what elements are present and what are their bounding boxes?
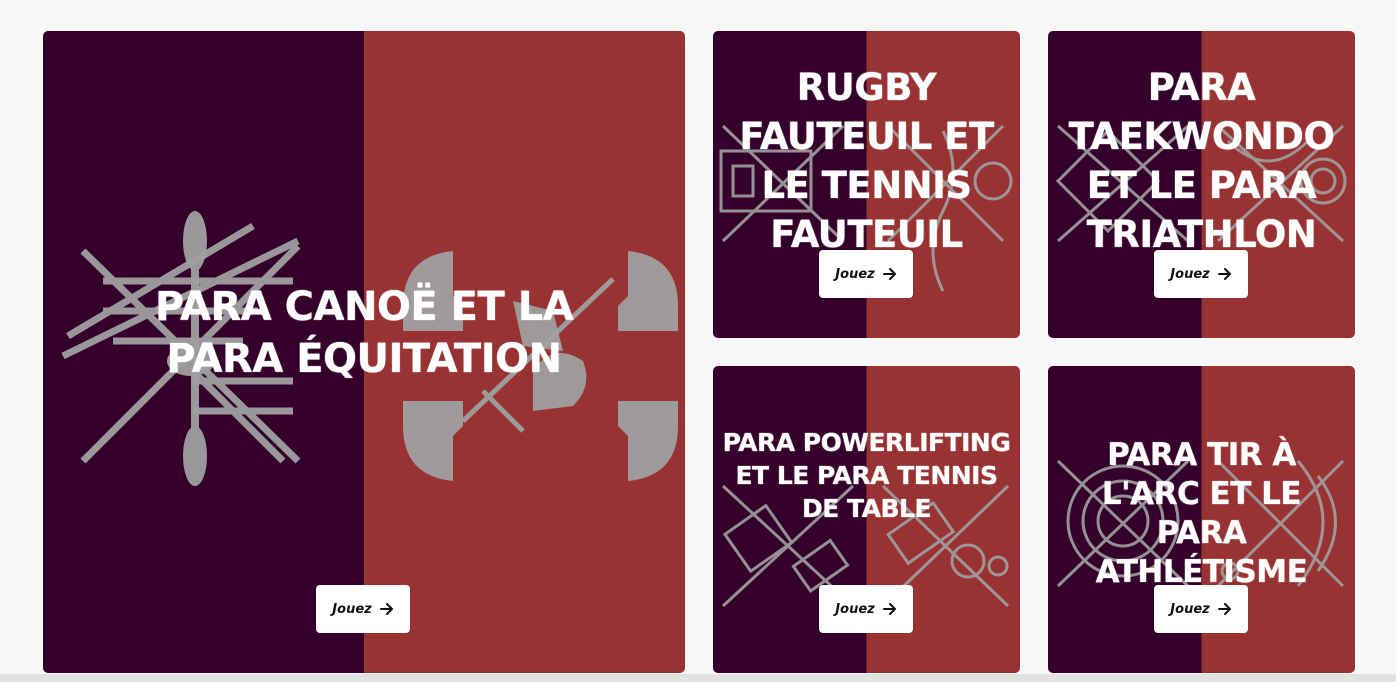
game-card-rugby-tennis-fauteuil[interactable]: RUGBY FAUTEUIL ET LE TENNIS FAUTEUIL Jou… [713, 31, 1020, 338]
play-button-label: Jouez [332, 601, 372, 617]
arrow-right-icon [379, 603, 393, 615]
play-button[interactable]: Jouez [819, 585, 913, 633]
play-button[interactable]: Jouez [316, 585, 410, 633]
play-button-label: Jouez [1170, 601, 1210, 617]
game-card-taekwondo-triathlon[interactable]: PARA TAEKWONDO ET LE PARA TRIATHLON Joue… [1048, 31, 1355, 338]
play-button-label: Jouez [1170, 266, 1210, 282]
play-button[interactable]: Jouez [819, 250, 913, 298]
play-button[interactable]: Jouez [1154, 585, 1248, 633]
arrow-right-icon [1217, 603, 1231, 615]
play-button-label: Jouez [835, 266, 875, 282]
horizontal-scrollbar[interactable] [0, 674, 1396, 682]
game-card-powerlifting-tennis-table[interactable]: PARA POWERLIFTING ET LE PARA TENNIS DE T… [713, 366, 1020, 673]
card-title: PARA CANOË ET LA PARA ÉQUITATION [154, 284, 574, 382]
game-card-canoe-equitation[interactable]: PARA CANOË ET LA PARA ÉQUITATION Jouez [43, 31, 685, 673]
arrow-right-icon [1217, 268, 1231, 280]
card-title: PARA TIR À L'ARC ET LE PARA ATHLÉTISME [1095, 437, 1308, 590]
play-button-label: Jouez [835, 601, 875, 617]
play-button[interactable]: Jouez [1154, 250, 1248, 298]
card-title: PARA TAEKWONDO ET LE PARA TRIATHLON [1068, 66, 1335, 256]
arrow-right-icon [882, 268, 896, 280]
arrow-right-icon [882, 603, 896, 615]
card-title: RUGBY FAUTEUIL ET LE TENNIS FAUTEUIL [739, 66, 994, 256]
card-title: PARA POWERLIFTING ET LE PARA TENNIS DE T… [722, 428, 1011, 523]
game-card-tir-arc-athletisme[interactable]: PARA TIR À L'ARC ET LE PARA ATHLÉTISME J… [1048, 366, 1355, 673]
